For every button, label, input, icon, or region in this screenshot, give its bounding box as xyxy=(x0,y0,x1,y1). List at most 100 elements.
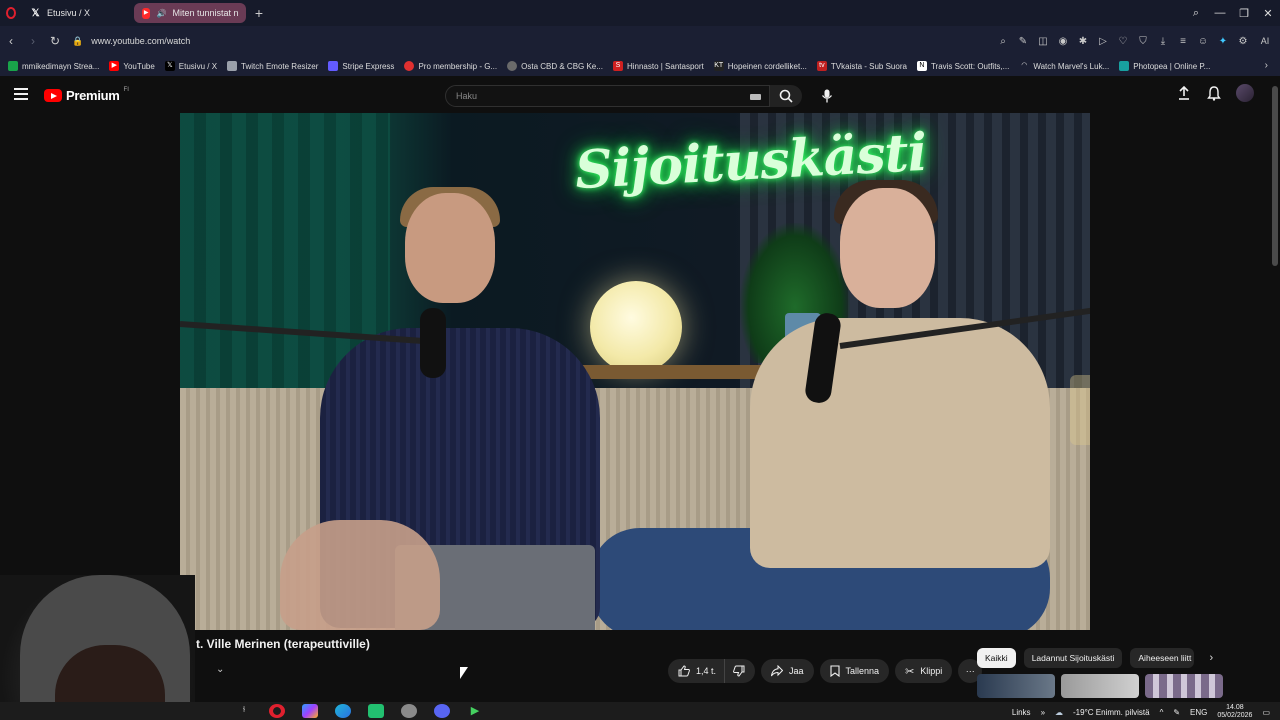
share-label: Jaa xyxy=(789,666,804,676)
dislike-button[interactable] xyxy=(724,659,756,683)
app-icon-colorful[interactable] xyxy=(302,704,318,718)
aria-ai-icon[interactable]: AI xyxy=(1254,36,1276,46)
youtube-premium-logo[interactable]: Premium FI xyxy=(44,87,129,103)
chevron-right-icon[interactable]: › xyxy=(1202,648,1220,668)
address-bar-tools: ⌕ ✎ ◫ ◉ ✱ ▷ ♡ ⛉ ⤓ ≡ ☺ ✦ ⚙ AI xyxy=(994,26,1276,56)
bookmark-item[interactable]: Stripe Express xyxy=(328,61,394,71)
back-icon[interactable]: ‹ xyxy=(0,34,22,48)
bookmark-item[interactable]: Twitch Emote Resizer xyxy=(227,61,318,71)
forward-icon[interactable]: › xyxy=(22,34,44,48)
spotify-like-app-icon[interactable] xyxy=(368,704,384,718)
close-button[interactable]: ✕ xyxy=(1256,7,1280,20)
voice-search-button[interactable] xyxy=(816,85,838,107)
speaker-icon[interactable]: 🔊 xyxy=(156,9,166,18)
chip-all[interactable]: Kaikki xyxy=(977,648,1016,668)
bookmark-item[interactable]: 𝕏 Etusivu / X xyxy=(164,61,217,71)
settings-app-icon[interactable] xyxy=(401,704,417,718)
bookmarks-overflow-icon[interactable]: › xyxy=(1265,60,1268,71)
bookmark-item[interactable]: ◠ Watch Marvel's Luk... xyxy=(1019,61,1109,71)
minimize-button[interactable]: — xyxy=(1208,7,1232,19)
save-button[interactable]: Tallenna xyxy=(819,659,890,683)
share-button[interactable]: Jaa xyxy=(761,659,814,683)
youtube-icon: ▶ xyxy=(109,61,120,71)
clip-button[interactable]: ✂ Klippi xyxy=(895,659,953,683)
play-app-icon[interactable]: ▶ xyxy=(467,704,483,718)
chevron-down-icon[interactable]: ⌄ xyxy=(216,664,230,678)
tab-x[interactable]: 𝕏 Etusivu / X xyxy=(22,3,130,23)
bookmark-item[interactable]: KT Hopeinen cordelliket... xyxy=(713,61,807,71)
edge-icon[interactable] xyxy=(335,704,351,718)
bookmark-item[interactable]: ▶ YouTube xyxy=(109,61,155,71)
notifications-button[interactable] xyxy=(1206,85,1222,101)
download-icon[interactable]: ⤓ xyxy=(1154,36,1172,47)
browser-tab-bar: 𝕏 Etusivu / X ▶ 🔊 Miten tunnistat narsis… xyxy=(0,0,1280,26)
chip-related[interactable]: Aiheeseen liitt xyxy=(1130,648,1195,668)
webcam-hand xyxy=(280,520,440,630)
avatar[interactable] xyxy=(1236,84,1254,102)
chip-uploaded-by[interactable]: Ladannut Sijoituskästi xyxy=(1023,648,1123,668)
heart-icon[interactable]: ♡ xyxy=(1114,36,1132,47)
restore-button[interactable]: ❐ xyxy=(1232,7,1256,20)
links-toolbar[interactable]: Links xyxy=(1012,708,1031,717)
discord-icon[interactable] xyxy=(434,704,450,718)
tab-youtube[interactable]: ▶ 🔊 Miten tunnistat narsis xyxy=(134,3,246,23)
wifi-icon: ◠ xyxy=(1021,62,1028,69)
x-icon: 𝕏 xyxy=(164,61,175,71)
video-frame-glass xyxy=(1070,375,1090,445)
settings-icon[interactable]: ⚙ xyxy=(1234,36,1252,47)
address-bar: ‹ › ↻ 🔒 www.youtube.com/watch ⌕ ✎ ◫ ◉ ✱ … xyxy=(0,26,1280,56)
related-video-thumbnail[interactable] xyxy=(1061,674,1139,698)
bookmark-item[interactable]: N Travis Scott: Outfits,... xyxy=(916,61,1009,71)
chevron-up-icon[interactable]: ^ xyxy=(1160,708,1164,717)
search-button[interactable] xyxy=(770,85,802,107)
opera-menu-icon[interactable] xyxy=(0,0,22,26)
clock[interactable]: 14.08 05/02/2026 xyxy=(1217,704,1252,720)
youtube-icon: ▶ xyxy=(142,7,151,19)
vpn-icon[interactable]: ◉ xyxy=(1054,36,1072,47)
page-icon xyxy=(227,61,238,71)
profile-icon[interactable]: ☺ xyxy=(1194,36,1212,47)
photopea-icon xyxy=(1119,61,1130,71)
related-video-thumbnail[interactable] xyxy=(977,674,1055,698)
notifications-icon[interactable]: ▭ xyxy=(1262,708,1270,717)
logo-text: Premium xyxy=(66,88,120,103)
edit-icon[interactable]: ✎ xyxy=(1014,36,1032,47)
stripe-icon xyxy=(328,61,339,71)
opera-icon[interactable] xyxy=(269,704,285,718)
related-video-thumbnail[interactable] xyxy=(1145,674,1223,698)
zoom-icon[interactable]: ⌕ xyxy=(994,36,1012,47)
upload-button[interactable] xyxy=(1176,85,1192,101)
new-tab-button[interactable]: + xyxy=(250,4,268,22)
weather-text[interactable]: -19°C Enimm. pilvistä xyxy=(1073,708,1150,717)
hamburger-menu-icon[interactable] xyxy=(14,88,28,100)
like-button[interactable]: 1,4 t. xyxy=(668,659,725,683)
search-input[interactable]: Haku xyxy=(445,85,770,107)
bookmark-item[interactable]: Photopea | Online P... xyxy=(1119,61,1210,71)
bookmark-item[interactable]: mmikedimayn Strea... xyxy=(8,61,99,71)
pen-icon[interactable]: ✎ xyxy=(1173,708,1180,717)
shield-icon[interactable]: ⛉ xyxy=(1134,36,1152,47)
pinned-app-icon[interactable]: ⫮ xyxy=(236,704,252,718)
bookmark-item[interactable]: Osta CBD & CBG Ke... xyxy=(507,61,603,71)
page-scrollbar[interactable] xyxy=(1272,86,1278,266)
language-indicator[interactable]: ENG xyxy=(1190,708,1207,717)
bookmark-item[interactable]: S Hinnasto | Santasport xyxy=(612,61,704,71)
bookmark-item[interactable]: Pro membership - G... xyxy=(404,61,497,71)
search-tabs-icon[interactable]: ⌕ xyxy=(1184,7,1208,20)
system-tray: Links » ☁ -19°C Enimm. pilvistä ^ ✎ ENG … xyxy=(1012,704,1270,720)
lock-icon: 🔒 xyxy=(72,35,84,46)
window-controls: ⌕ — ❐ ✕ xyxy=(1184,0,1280,26)
header-actions xyxy=(1176,84,1254,102)
reload-icon[interactable]: ↻ xyxy=(44,34,66,48)
keyboard-icon[interactable] xyxy=(750,94,761,100)
santasport-icon: S xyxy=(612,61,623,71)
camera-icon[interactable]: ◫ xyxy=(1034,36,1052,47)
extensions-icon[interactable]: ✱ xyxy=(1074,36,1092,47)
weather-icon[interactable]: ☁ xyxy=(1055,708,1063,717)
player-icon[interactable]: ▷ xyxy=(1094,36,1112,47)
url-field[interactable]: 🔒 www.youtube.com/watch xyxy=(72,36,190,47)
menu-icon[interactable]: ≡ xyxy=(1174,36,1192,47)
extension-accent-icon[interactable]: ✦ xyxy=(1214,36,1232,47)
bookmark-item[interactable]: tv TVkaista - Sub Suora xyxy=(816,61,907,71)
chevron-right-icon[interactable]: » xyxy=(1041,708,1045,717)
